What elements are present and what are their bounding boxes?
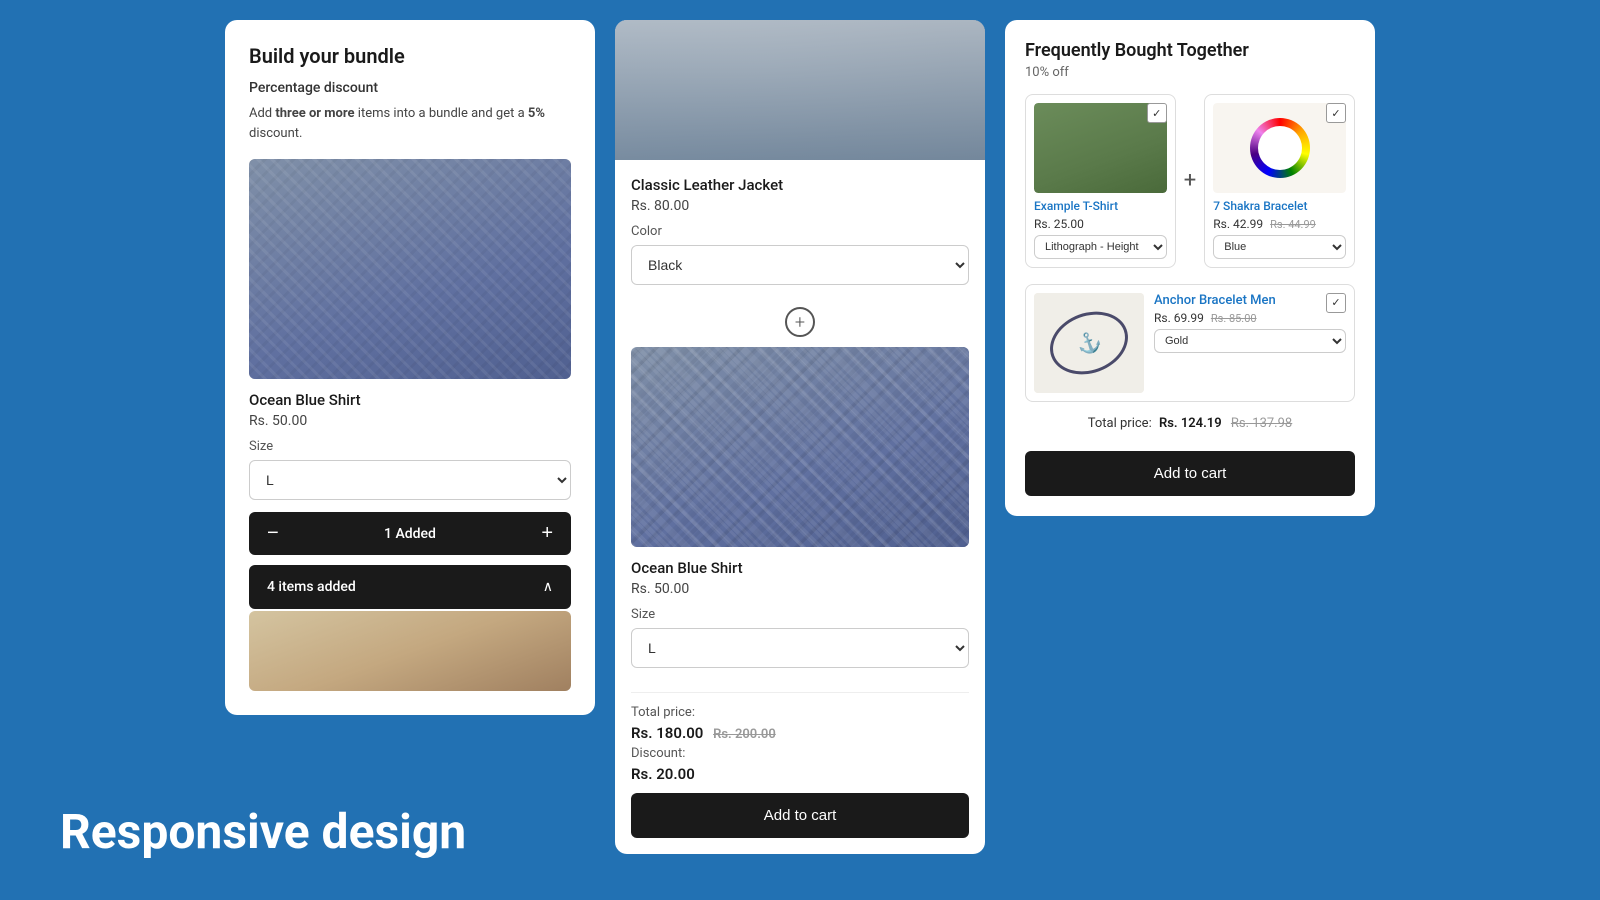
- middle-content: Classic Leather Jacket Rs. 80.00 Color B…: [615, 160, 985, 854]
- bracelet-checkbox[interactable]: ✓: [1326, 103, 1346, 123]
- tshirt-price: Rs. 25.00: [1034, 217, 1167, 231]
- anchor-details: Anchor Bracelet Men Rs. 69.99 Rs. 85.00 …: [1154, 293, 1346, 354]
- pricing-section: Total price: Rs. 180.00 Rs. 200.00 Disco…: [631, 692, 969, 783]
- anchor-bg: [1034, 293, 1144, 393]
- tshirt-option-select[interactable]: Lithograph - Height Lithograph - Width: [1034, 235, 1167, 259]
- bracelet-option-select[interactable]: Blue Red Green: [1213, 235, 1346, 259]
- items-added-bar[interactable]: 4 items added ∧: [249, 565, 571, 609]
- anchor-shape-icon: [1041, 301, 1137, 385]
- fbt-title: Frequently Bought Together: [1025, 40, 1355, 61]
- tshirt-checkbox[interactable]: ✓: [1147, 103, 1167, 123]
- jacket-top-image: [615, 20, 985, 160]
- items-added-chevron: ∧: [543, 579, 553, 595]
- fbt-total-label: Total price:: [1088, 416, 1152, 431]
- bracelet-price: Rs. 42.99 Rs. 44.99: [1213, 217, 1346, 231]
- color-select[interactable]: Black Brown Navy: [631, 245, 969, 285]
- shirt-detail-bg: [631, 347, 969, 547]
- fbt-total-current: Rs. 124.19: [1159, 416, 1222, 431]
- discount-type: Percentage discount: [249, 80, 571, 96]
- anchor-price: Rs. 69.99 Rs. 85.00: [1154, 311, 1346, 325]
- shirt-name-middle: Ocean Blue Shirt: [631, 559, 969, 577]
- fbt-bracelet-card: ✓ 7 Shakra Bracelet Rs. 42.99 Rs. 44.99 …: [1204, 94, 1355, 268]
- shirt-price-middle: Rs. 50.00: [631, 581, 969, 597]
- total-original: Rs. 200.00: [713, 727, 776, 742]
- bundle-panel: Build your bundle Percentage discount Ad…: [225, 20, 595, 715]
- responsive-design-text: Responsive design: [60, 803, 466, 860]
- size-label: Size: [249, 439, 571, 454]
- plus-icon: +: [785, 307, 815, 337]
- fbt-tshirt-card: ✓ Example T-Shirt Rs. 25.00 Lithograph -…: [1025, 94, 1176, 268]
- fbt-top-items-row: ✓ Example T-Shirt Rs. 25.00 Lithograph -…: [1025, 94, 1355, 268]
- product-price-shirt: Rs. 50.00: [249, 413, 571, 429]
- bracelet-name: 7 Shakra Bracelet: [1213, 199, 1346, 215]
- jacket-name: Classic Leather Jacket: [631, 176, 969, 194]
- discount-label: Discount:: [631, 746, 969, 761]
- qty-added-text: 1 Added: [297, 526, 524, 542]
- qty-decrease-button[interactable]: −: [249, 512, 297, 555]
- total-label: Total price:: [631, 705, 969, 720]
- fbt-total-price-row: Total price: Rs. 124.19 Rs. 137.98: [1025, 416, 1355, 431]
- frequently-bought-panel: Frequently Bought Together 10% off ✓ Exa…: [1005, 20, 1375, 516]
- product-detail-panel: Classic Leather Jacket Rs. 80.00 Color B…: [615, 20, 985, 854]
- jacket-price: Rs. 80.00: [631, 198, 969, 214]
- product-image-shirt: [249, 159, 571, 379]
- tshirt-name: Example T-Shirt: [1034, 199, 1167, 215]
- items-added-text: 4 items added: [267, 579, 356, 595]
- color-label: Color: [631, 224, 969, 239]
- bracelet-circle-icon: [1250, 118, 1310, 178]
- fbt-total-original: Rs. 137.98: [1231, 416, 1292, 431]
- add-to-cart-button-middle[interactable]: Add to cart: [631, 793, 969, 838]
- anchor-name: Anchor Bracelet Men: [1154, 293, 1346, 310]
- add-to-cart-button-right[interactable]: Add to cart: [1025, 451, 1355, 496]
- size-label-middle: Size: [631, 607, 969, 622]
- shirt-detail-image: [631, 347, 969, 547]
- total-current: Rs. 180.00: [631, 724, 703, 742]
- bundle-description: Add three or more items into a bundle an…: [249, 104, 571, 143]
- shirt-image-bg: [249, 159, 571, 379]
- product-name-shirt: Ocean Blue Shirt: [249, 391, 571, 409]
- qty-increase-button[interactable]: +: [523, 512, 571, 555]
- quantity-control: − 1 Added +: [249, 512, 571, 555]
- bottom-preview-image: [249, 611, 571, 691]
- fbt-discount: 10% off: [1025, 65, 1355, 80]
- fbt-plus-icon: +: [1184, 168, 1196, 193]
- total-price-row: Rs. 180.00 Rs. 200.00: [631, 724, 969, 742]
- size-select-middle[interactable]: L XS S M XL XXL: [631, 628, 969, 668]
- anchor-checkbox[interactable]: ✓: [1326, 293, 1346, 313]
- size-select[interactable]: L XS S M XL XXL: [249, 460, 571, 500]
- discount-amount: Rs. 20.00: [631, 765, 969, 783]
- jacket-image-bg: [615, 20, 985, 160]
- anchor-image: [1034, 293, 1144, 393]
- plus-separator: +: [631, 307, 969, 337]
- bundle-title: Build your bundle: [249, 44, 571, 68]
- fbt-anchor-card: ✓ Anchor Bracelet Men Rs. 69.99 Rs. 85.0…: [1025, 284, 1355, 402]
- anchor-option-select[interactable]: Gold Silver Black: [1154, 329, 1346, 353]
